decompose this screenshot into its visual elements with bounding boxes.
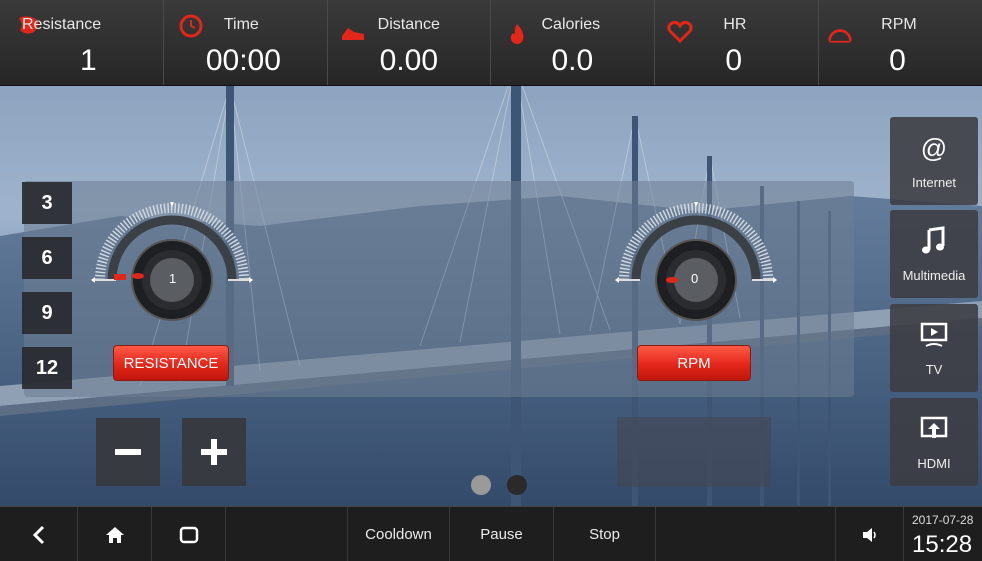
stat-value: 0	[889, 44, 906, 77]
stat-label: RPM	[881, 16, 917, 33]
stat-label: Time	[223, 16, 259, 33]
pause-button[interactable]: Pause	[450, 507, 554, 561]
flame-icon	[511, 24, 524, 45]
stat-value: 0.00	[379, 44, 439, 77]
clock-icon	[179, 14, 203, 38]
status-clock: 15:28	[912, 531, 973, 558]
cooldown-button[interactable]: Cooldown	[348, 507, 450, 561]
rpm-gauge-value: 0	[691, 271, 699, 286]
stat-rpm: RPM 0	[819, 0, 982, 85]
page-indicator-dot-active[interactable]	[471, 475, 491, 495]
stat-resistance: Resistance 1	[0, 0, 164, 85]
multimedia-button[interactable]: Multimedia	[890, 210, 978, 298]
stat-label: Calories	[541, 16, 601, 33]
rpm-gauge: 0	[612, 196, 782, 326]
bottom-nav-bar: Cooldown Pause Stop	[0, 506, 982, 561]
plus-icon	[201, 439, 227, 465]
resistance-button[interactable]: RESISTANCE	[113, 345, 229, 381]
nav-spacer	[656, 507, 836, 561]
page-indicator-dot[interactable]	[507, 475, 527, 495]
tv-label: TV	[925, 362, 943, 377]
at-icon: @	[920, 133, 948, 163]
stats-bar: Resistance 1 Time 00:00 Distance 0.00 Ca…	[0, 0, 982, 86]
music-note-icon	[890, 226, 978, 256]
level-presets: 3 6 9 12	[22, 182, 72, 402]
stat-value: 00:00	[205, 44, 281, 77]
cooldown-label: Cooldown	[365, 526, 432, 543]
volume-icon	[862, 527, 876, 542]
minus-icon	[115, 449, 141, 455]
hdmi-icon	[890, 414, 978, 444]
nav-spacer	[226, 507, 348, 561]
multimedia-label: Multimedia	[902, 268, 966, 283]
stop-button[interactable]: Stop	[554, 507, 656, 561]
home-button[interactable]	[78, 507, 152, 561]
resistance-gauge: 1	[88, 196, 258, 326]
stat-time: Time 00:00	[164, 0, 328, 85]
level-button[interactable]: 6	[22, 237, 72, 279]
stat-label: HR	[723, 16, 747, 33]
internet-label: Internet	[911, 175, 957, 190]
stat-label: Resistance	[22, 16, 102, 33]
home-icon	[105, 526, 124, 543]
stat-distance: Distance 0.00	[328, 0, 492, 85]
resistance-gauge-value: 1	[169, 271, 177, 286]
volume-button[interactable]	[836, 507, 904, 561]
rpm-controls-placeholder	[617, 417, 771, 487]
heart-icon	[667, 20, 693, 44]
level-button[interactable]: 9	[22, 292, 72, 334]
recent-apps-button[interactable]	[152, 507, 226, 561]
level-button[interactable]: 3	[22, 182, 72, 224]
hdmi-label: HDMI	[917, 456, 951, 471]
stat-value: 0.0	[551, 44, 594, 77]
stat-value: 0	[725, 44, 742, 77]
speedometer-icon	[828, 29, 852, 43]
tv-icon	[890, 320, 978, 350]
increase-button[interactable]	[182, 418, 246, 486]
level-button[interactable]: 12	[22, 347, 72, 389]
decrease-button[interactable]	[96, 418, 160, 486]
tv-button[interactable]: TV	[890, 304, 978, 392]
stat-label: Distance	[377, 16, 440, 33]
back-button[interactable]	[0, 507, 78, 561]
hdmi-button[interactable]: HDMI	[890, 398, 978, 486]
internet-button[interactable]: @ Internet	[890, 117, 978, 205]
stop-label: Stop	[589, 526, 620, 543]
pause-label: Pause	[480, 526, 523, 543]
back-arrow-icon	[32, 525, 44, 544]
status-date: 2017-07-28	[912, 513, 974, 527]
square-icon	[179, 526, 198, 543]
rpm-button[interactable]: RPM	[637, 345, 751, 381]
stat-calories: Calories 0.0	[491, 0, 656, 85]
shoe-icon	[341, 28, 364, 40]
stat-value: 1	[80, 44, 97, 77]
stat-hr: HR 0	[655, 0, 820, 85]
